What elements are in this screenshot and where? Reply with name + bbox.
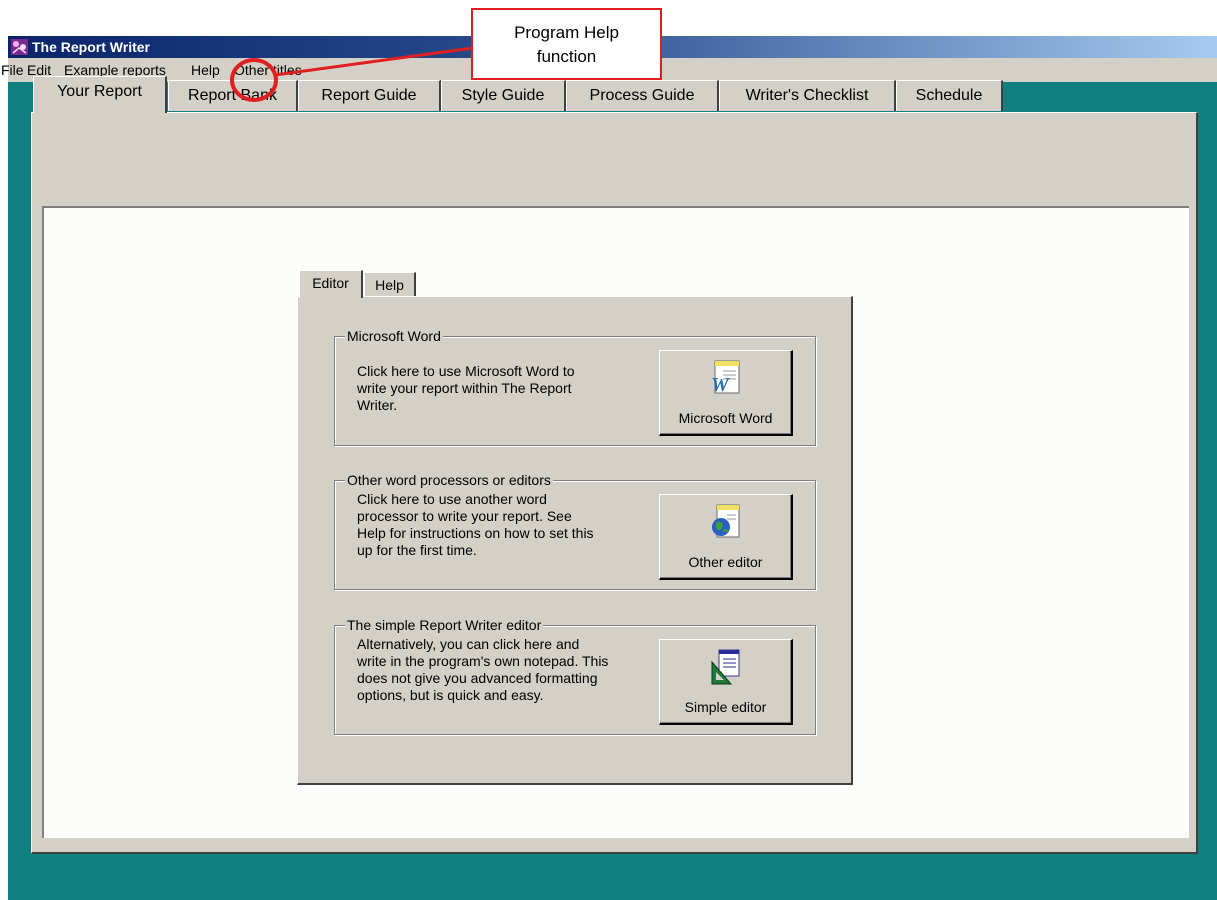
inner-tab-editor[interactable]: Editor	[299, 270, 363, 298]
tab-your-report[interactable]: Your Report	[33, 76, 167, 113]
description-line: does not give you advanced formatting	[357, 670, 598, 686]
group-title: The simple Report Writer editor	[345, 616, 544, 634]
menu-other-titles[interactable]: Other titles	[234, 60, 302, 80]
description-line: write your report within The Report	[357, 380, 572, 396]
group-other-editors: Other word processors or editors Click h…	[334, 471, 816, 590]
description-line: up for the first time.	[357, 542, 477, 558]
button-label: Other editor	[688, 554, 763, 570]
group-simple-editor: The simple Report Writer editor Alternat…	[334, 616, 816, 735]
other-editor-button[interactable]: Other editor	[659, 494, 793, 580]
tab-process-guide[interactable]: Process Guide	[566, 80, 719, 111]
globe-document-icon	[711, 504, 739, 538]
description-line: Writer.	[357, 397, 398, 413]
tab-style-guide[interactable]: Style Guide	[441, 80, 566, 111]
group-description: Click here to use another word processor…	[357, 491, 627, 559]
description-line: Help for instructions on how to set this	[357, 525, 594, 541]
callout-line: Program Help	[514, 23, 619, 42]
menu-file[interactable]: File	[1, 60, 24, 80]
tab-report-bank[interactable]: Report Bank	[168, 80, 298, 111]
tab-schedule[interactable]: Schedule	[896, 80, 1003, 111]
simple-editor-button[interactable]: Simple editor	[659, 639, 793, 725]
annotation-callout: Program Help function	[471, 8, 662, 80]
menu-help[interactable]: Help	[191, 60, 220, 80]
button-label: Microsoft Word	[678, 410, 773, 426]
description-line: Click here to use another word	[357, 491, 547, 507]
microsoft-word-button[interactable]: W Microsoft Word	[659, 350, 793, 436]
description-line: processor to write your report. See	[357, 508, 572, 524]
group-title: Microsoft Word	[345, 327, 443, 345]
description-line: write in the program's own notepad. This	[357, 653, 609, 669]
inner-tab-help[interactable]: Help	[364, 272, 416, 298]
svg-text:W: W	[711, 374, 730, 396]
tab-writers-checklist[interactable]: Writer's Checklist	[719, 80, 896, 111]
window-title: The Report Writer	[32, 39, 150, 55]
description-line: options, but is quick and easy.	[357, 687, 544, 703]
group-microsoft-word: Microsoft Word Click here to use Microso…	[334, 327, 816, 446]
description-line: Alternatively, you can click here and	[357, 636, 580, 652]
group-description: Alternatively, you can click here and wr…	[357, 636, 627, 704]
button-label: Simple editor	[684, 699, 767, 715]
group-title: Other word processors or editors	[345, 471, 553, 489]
app-icon	[11, 39, 28, 55]
tab-report-guide[interactable]: Report Guide	[298, 80, 441, 111]
group-description: Click here to use Microsoft Word to writ…	[357, 363, 627, 414]
description-line: Click here to use Microsoft Word to	[357, 363, 575, 379]
word-document-icon: W	[711, 360, 739, 396]
notepad-ruler-icon	[711, 649, 739, 685]
callout-line: function	[536, 47, 597, 66]
